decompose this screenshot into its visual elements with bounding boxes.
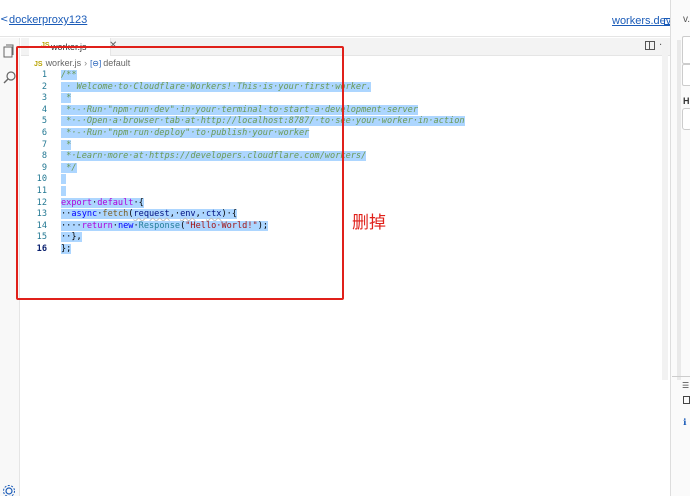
right-panel-checkbox[interactable]	[683, 396, 690, 404]
settings-gear-icon[interactable]	[2, 484, 16, 496]
right-panel-button[interactable]	[682, 36, 690, 64]
menu-icon[interactable]: ☰	[682, 381, 689, 390]
right-panel-version-label: v.	[683, 14, 690, 25]
workers-dev-link[interactable]: workers.dev	[612, 15, 671, 27]
right-panel-heading: H	[683, 96, 690, 106]
search-icon[interactable]	[3, 70, 17, 84]
editor-scrollbar[interactable]	[662, 40, 668, 380]
back-chevron-icon[interactable]: <	[0, 14, 8, 25]
info-icon[interactable]: ℹ	[683, 418, 686, 428]
files-icon[interactable]	[3, 44, 15, 58]
split-editor-icon[interactable]	[645, 41, 655, 50]
right-panel-input[interactable]	[682, 108, 690, 130]
right-panel-secondary-button[interactable]	[682, 64, 690, 86]
annotation-text: 删掉	[352, 213, 386, 233]
right-panel-toolbar: ☰	[672, 376, 690, 394]
project-name-link[interactable]: dockerproxy123	[9, 14, 87, 26]
annotation-highlight-box	[16, 46, 344, 300]
top-bar: < dockerproxy123 workers.dev	[0, 0, 671, 37]
right-panel-scrollbar[interactable]	[677, 40, 681, 380]
